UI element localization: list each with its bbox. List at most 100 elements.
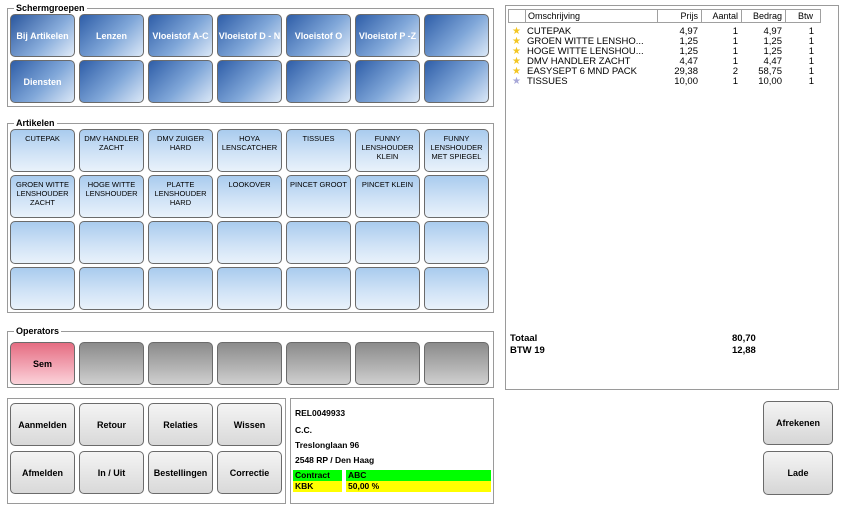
correctie-button[interactable]: Correctie [217, 451, 282, 494]
article-button-funny-lenshouder-klein[interactable]: FUNNY LENSHOUDER KLEIN [355, 129, 420, 172]
receipt-cell-price: 4,47 [679, 57, 699, 67]
group-button-vloeistof-d-n[interactable]: Vloeistof D - N [217, 14, 282, 57]
afmelden-button[interactable]: Afmelden [10, 451, 75, 494]
article-button-empty[interactable] [286, 221, 351, 264]
group-button-empty[interactable] [424, 60, 489, 103]
receipt-row[interactable]: ★ DMV HANDLER ZACHT 4,47 1 4,47 1 [508, 57, 821, 67]
operator-button-empty[interactable] [148, 342, 213, 385]
receipt-cell-vat: 1 [808, 67, 814, 77]
amount-header[interactable]: Bedrag [741, 9, 785, 23]
star-icon: ★ [512, 47, 521, 57]
star-icon: ★ [512, 57, 521, 67]
checkout-button[interactable]: Afrekenen [763, 401, 833, 445]
article-button-empty[interactable] [424, 175, 489, 218]
receipt-cell-qty: 1 [732, 27, 738, 37]
article-button-dmv-handler-zacht[interactable]: DMV HANDLER ZACHT [79, 129, 144, 172]
article-button-empty[interactable] [355, 267, 420, 310]
article-button-empty[interactable] [10, 221, 75, 264]
qty-header[interactable]: Aantal [701, 9, 741, 23]
price-header[interactable]: Prijs [657, 9, 701, 23]
receipt-cell-price: 1,25 [679, 47, 699, 57]
article-button-groen-witte-lenshouder-zacht[interactable]: GROEN WITTE LENSHOUDER ZACHT [10, 175, 75, 218]
receipt-cell-qty: 1 [732, 57, 738, 67]
article-button-empty[interactable] [355, 221, 420, 264]
group-button-vloeistof-a-c[interactable]: Vloeistof A-C [148, 14, 213, 57]
article-button-pincet-groot[interactable]: PINCET GROOT [286, 175, 351, 218]
receipt-rows: ★ CUTEPAK 4,97 1 4,97 1 ★ GROEN WITTE LENSHO...… [508, 27, 821, 87]
controls-grid: Aanmelden Retour Relaties Wissen Afmelden In … [10, 403, 282, 494]
group-button-empty[interactable] [79, 60, 144, 103]
receipt-row[interactable]: ★ TISSUES 10,00 1 10,00 1 [508, 77, 821, 87]
article-button-empty[interactable] [424, 267, 489, 310]
article-button-empty[interactable] [148, 267, 213, 310]
article-button-empty[interactable] [79, 221, 144, 264]
group-button-empty[interactable] [286, 60, 351, 103]
receipt-row[interactable]: ★ EASYSEPT 6 MND PACK 29,38 2 58,75 1 [508, 67, 821, 77]
article-button-empty[interactable] [217, 221, 282, 264]
article-button-empty[interactable] [79, 267, 144, 310]
group-button-lenzen[interactable]: Lenzen [79, 14, 144, 57]
receipt-row[interactable]: ★ HOGE WITTE LENSHOU... 1,25 1 1,25 1 [508, 47, 821, 57]
icon-column-header[interactable] [508, 9, 525, 23]
article-button-empty[interactable] [424, 221, 489, 264]
article-button-lookover[interactable]: LOOKOVER [217, 175, 282, 218]
operators-grid: Sem [10, 342, 489, 385]
star-icon: ★ [512, 37, 521, 47]
receipt-row[interactable]: ★ GROEN WITTE LENSHO... 1,25 1 1,25 1 [508, 37, 821, 47]
kbk-value: 50,00 % [346, 481, 491, 492]
artikelen-panel: Artikelen CUTEPAK DMV HANDLER ZACHT DMV ZU… [7, 117, 494, 313]
in-uit-button[interactable]: In / Uit [79, 451, 144, 494]
vat-label: BTW 19 [510, 345, 545, 356]
group-button-empty[interactable] [217, 60, 282, 103]
receipt-cell-description: HOGE WITTE LENSHOU... [527, 47, 644, 57]
group-button-bij-artikelen[interactable]: Bij Artikelen [10, 14, 75, 57]
operator-button-empty[interactable] [79, 342, 144, 385]
wissen-button[interactable]: Wissen [217, 403, 282, 446]
relaties-button[interactable]: Relaties [148, 403, 213, 446]
drawer-button[interactable]: Lade [763, 451, 833, 495]
operators-panel: Operators Sem [7, 325, 494, 388]
article-button-dmv-zuiger-hard[interactable]: DMV ZUIGER HARD [148, 129, 213, 172]
article-button-empty[interactable] [10, 267, 75, 310]
kbk-label: KBK [293, 481, 343, 492]
receipt-row[interactable]: ★ CUTEPAK 4,97 1 4,97 1 [508, 27, 821, 37]
operator-button-empty[interactable] [286, 342, 351, 385]
receipt-cell-vat: 1 [808, 77, 814, 87]
article-button-hoge-witte-lenshouder[interactable]: HOGE WITTE LENSHOUDER [79, 175, 144, 218]
article-button-funny-lenshouder-met-spiegel[interactable]: FUNNY LENSHOUDER MET SPIEGEL [424, 129, 489, 172]
star-icon: ★ [512, 27, 521, 37]
customer-id: REL0049933 [295, 408, 346, 418]
group-button-vloeistof-p-z[interactable]: Vloeistof P -Z [355, 14, 420, 57]
description-header[interactable]: Omschrijving [525, 9, 657, 23]
contract-value: ABC [346, 470, 491, 481]
vat-header[interactable]: Btw [785, 9, 821, 23]
operator-button-empty[interactable] [217, 342, 282, 385]
receipt-panel: Omschrijving Prijs Aantal Bedrag Btw ★ CU… [505, 5, 839, 390]
customer-info-panel: REL0049933 C.C. Treslonglaan 96 2548 RP … [290, 398, 494, 504]
group-button-diensten[interactable]: Diensten [10, 60, 75, 103]
receipt-cell-description: TISSUES [527, 77, 568, 87]
article-button-platte-lenshouder-hard[interactable]: PLATTE LENSHOUDER HARD [148, 175, 213, 218]
group-button-vloeistof-o[interactable]: Vloeistof O [286, 14, 351, 57]
artikelen-label: Artikelen [14, 117, 57, 129]
article-button-empty[interactable] [286, 267, 351, 310]
bestellingen-button[interactable]: Bestellingen [148, 451, 213, 494]
operator-button-empty[interactable] [424, 342, 489, 385]
article-button-pincet-klein[interactable]: PINCET KLEIN [355, 175, 420, 218]
group-button-empty[interactable] [148, 60, 213, 103]
receipt-cell-price: 4,97 [679, 27, 699, 37]
receipt-cell-price: 1,25 [679, 37, 699, 47]
article-button-empty[interactable] [217, 267, 282, 310]
group-button-empty[interactable] [424, 14, 489, 57]
group-button-empty[interactable] [355, 60, 420, 103]
customer-city: 2548 RP / Den Haag [295, 455, 375, 465]
operator-button-sem[interactable]: Sem [10, 342, 75, 385]
contract-label: Contract [293, 470, 343, 481]
retour-button[interactable]: Retour [79, 403, 144, 446]
article-button-empty[interactable] [148, 221, 213, 264]
aanmelden-button[interactable]: Aanmelden [10, 403, 75, 446]
operator-button-empty[interactable] [355, 342, 420, 385]
article-button-hoya-lenscatcher[interactable]: HOYA LENSCATCHER [217, 129, 282, 172]
article-button-cutepak[interactable]: CUTEPAK [10, 129, 75, 172]
article-button-tissues[interactable]: TISSUES [286, 129, 351, 172]
